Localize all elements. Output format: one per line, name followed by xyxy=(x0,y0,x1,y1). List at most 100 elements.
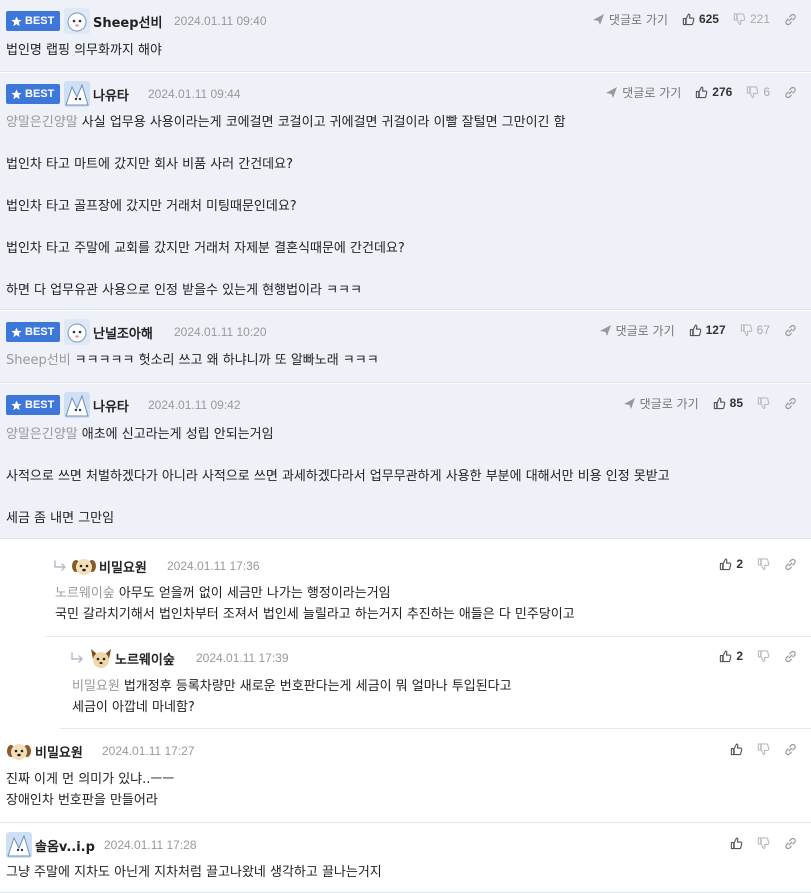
thumbs-down-icon xyxy=(757,557,770,570)
comment-text: 하면 다 업무유관 사용으로 인정 받을수 있는게 현행법이라 ㅋㅋㅋ xyxy=(6,283,362,298)
author-nickname[interactable]: 비밀요원 xyxy=(99,557,147,576)
author-nickname[interactable]: 노르웨이숲 xyxy=(115,649,175,668)
downvote-button[interactable] xyxy=(757,836,770,850)
downvote-button[interactable] xyxy=(757,396,770,410)
author-nickname[interactable]: 솔옴v..i.p xyxy=(35,836,95,855)
upvote-button[interactable]: 127 xyxy=(689,323,726,337)
mentioned-user[interactable]: 양말은긴양말 xyxy=(6,427,78,442)
upvote-button[interactable]: 625 xyxy=(682,12,719,26)
avatar[interactable] xyxy=(64,81,90,107)
comment-body: 노르웨이숲 아무도 얻을꺼 없이 세금만 나가는 행정이라는거임국민 갈라치기해서… xyxy=(55,583,797,625)
thumbs-up-icon xyxy=(682,13,695,25)
comment-text-line: 하면 다 업무유관 사용으로 인정 받을수 있는게 현행법이라 ㅋㅋㅋ xyxy=(6,280,797,301)
comment-text-line: 세금 좀 내면 그만임 xyxy=(6,508,797,529)
comment-text-line: 진짜 이게 먼 의미가 있냐..ㅡㅡ xyxy=(6,769,797,790)
avatar[interactable] xyxy=(64,8,90,34)
upvote-button[interactable] xyxy=(730,837,743,850)
mentioned-user[interactable]: Sheep선비 xyxy=(6,353,71,368)
upvote-button[interactable] xyxy=(730,743,743,756)
best-comment: BEST Sheep선비 2024.01.11 09:40 댓글로 가기 625 221 법… xyxy=(0,0,811,72)
thumbs-up-icon xyxy=(730,743,743,755)
comment-body: Sheep선비 ㅋㅋㅋㅋㅋ 헛소리 쓰고 왜 하냐니까 또 알빠노래 ㅋㅋㅋ xyxy=(6,350,797,371)
comment-actions: 댓글로 가기 127 67 xyxy=(599,321,797,339)
send-icon xyxy=(599,324,611,336)
upvote-button[interactable]: 276 xyxy=(695,85,732,99)
link-icon xyxy=(785,324,796,336)
downvote-button[interactable] xyxy=(757,742,770,756)
send-icon xyxy=(606,86,618,98)
comment-text-line: 양말은긴양말 사실 업무용 사용이라는게 코에걸면 코걸이고 귀에걸면 귀걸이라 … xyxy=(6,112,797,133)
comment-header: 노르웨이숲 2024.01.11 17:39 2 xyxy=(60,637,811,677)
best-label: BEST xyxy=(25,15,55,27)
comment-text-line: 양말은긴양말 애초에 신고라는게 성립 안되는거임 xyxy=(6,424,797,445)
comment-text-line: 법인차 타고 마트에 갔지만 회사 비품 사러 간건데요? xyxy=(6,154,797,175)
author-nickname[interactable]: 나유타 xyxy=(93,396,129,415)
avatar[interactable] xyxy=(88,645,114,671)
copy-link-button[interactable] xyxy=(784,558,797,571)
author-nickname[interactable]: 비밀요원 xyxy=(35,742,83,761)
author-nickname[interactable]: Sheep선비 xyxy=(93,12,162,31)
upvote-count: 2 xyxy=(736,649,743,663)
mentioned-user[interactable]: 양말은긴양말 xyxy=(6,115,78,130)
go-to-reply-link[interactable]: 댓글로 가기 xyxy=(623,395,699,412)
mentioned-user[interactable]: 비밀요원 xyxy=(72,679,120,694)
downvote-button[interactable] xyxy=(757,649,770,663)
author-nickname[interactable]: 나유타 xyxy=(93,85,129,104)
copy-link-button[interactable] xyxy=(784,86,797,99)
go-to-reply-link[interactable]: 댓글로 가기 xyxy=(605,84,681,101)
comment-body: 법인명 랩핑 의무화까지 해야 xyxy=(6,40,797,61)
comment-text: 사실 업무용 사용이라는게 코에걸면 코걸이고 귀에걸면 귀걸이라 이빨 잘털면… xyxy=(81,115,566,130)
copy-link-button[interactable] xyxy=(784,837,797,850)
avatar[interactable] xyxy=(6,832,32,858)
comment-actions: 댓글로 가기 85 xyxy=(623,394,797,412)
copy-link-button[interactable] xyxy=(784,397,797,410)
comment: 비밀요원 2024.01.11 17:27 진짜 이게 먼 의미가 있냐..ㅡㅡ 장애… xyxy=(0,730,811,823)
comment-text-line: 국민 갈라치기해서 법인차부터 조져서 법인세 늘릴라고 하는거지 추진하는 애… xyxy=(55,604,797,625)
thumbs-up-icon xyxy=(689,324,701,336)
comment-text: 법인차 타고 마트에 갔지만 회사 비품 사러 간건데요? xyxy=(6,157,293,172)
go-to-reply-link[interactable]: 댓글로 가기 xyxy=(592,11,668,28)
reply-arrow-icon xyxy=(54,560,66,571)
ice-avatar-icon xyxy=(6,832,32,858)
downvote-button[interactable] xyxy=(757,557,770,571)
comment-actions: 댓글로 가기 625 221 xyxy=(592,10,797,28)
downvote-button[interactable]: 67 xyxy=(740,323,770,337)
mentioned-user[interactable]: 노르웨이숲 xyxy=(55,586,115,601)
comment-header: 솔옴v..i.p 2024.01.11 17:28 xyxy=(0,824,811,864)
upvote-button[interactable]: 2 xyxy=(719,557,743,571)
author-nickname[interactable]: 난널조아해 xyxy=(93,323,153,342)
go-to-reply-link[interactable]: 댓글로 가기 xyxy=(599,322,675,339)
upvote-button[interactable]: 2 xyxy=(719,649,743,663)
upvote-count: 2 xyxy=(736,557,743,571)
upvote-button[interactable]: 85 xyxy=(713,396,743,410)
comment-text: 아무도 얻을꺼 없이 세금만 나가는 행정이라는거임 xyxy=(118,586,391,601)
best-badge: BEST xyxy=(6,11,61,31)
comment-body: 비밀요원 법개정후 등록차량만 새로운 번호판다는게 세금이 뭐 얼마나 투입된다… xyxy=(72,676,797,718)
copy-link-button[interactable] xyxy=(784,743,797,756)
link-icon xyxy=(785,650,796,662)
thumbs-up-icon xyxy=(730,837,743,849)
downvote-count: 221 xyxy=(749,12,770,26)
comment-body: 양말은긴양말 애초에 신고라는게 성립 안되는거임 사적으로 쓰면 처벌하겠다가 아… xyxy=(6,424,797,529)
avatar[interactable] xyxy=(64,319,90,345)
copy-link-button[interactable] xyxy=(784,650,797,663)
comment-date: 2024.01.11 17:36 xyxy=(167,559,260,573)
copy-link-button[interactable] xyxy=(784,324,797,337)
comment-actions xyxy=(730,740,797,758)
best-badge: BEST xyxy=(6,322,61,342)
downvote-button[interactable]: 221 xyxy=(733,12,770,26)
copy-link-button[interactable] xyxy=(784,13,797,26)
avatar[interactable] xyxy=(71,553,97,579)
comment-date: 2024.01.11 17:39 xyxy=(196,651,289,665)
star-icon xyxy=(11,326,22,337)
best-comment: BEST 나유타 2024.01.11 09:44 댓글로 가기 276 6 양말은긴양말 사… xyxy=(0,73,811,310)
comment-text: 그냥 주말에 지차도 아닌게 지차처럼 끌고나왔네 생각하고 끌나는거지 xyxy=(6,865,382,880)
comment-text-line: Sheep선비 ㅋㅋㅋㅋㅋ 헛소리 쓰고 왜 하냐니까 또 알빠노래 ㅋㅋㅋ xyxy=(6,350,797,371)
sheep-avatar-icon xyxy=(64,319,90,345)
thumbs-down-icon xyxy=(733,12,746,25)
avatar[interactable] xyxy=(64,392,90,418)
downvote-button[interactable]: 6 xyxy=(746,85,770,99)
comment-date: 2024.01.11 17:28 xyxy=(104,838,197,852)
avatar[interactable] xyxy=(6,738,32,764)
cat-avatar-icon xyxy=(88,645,114,671)
